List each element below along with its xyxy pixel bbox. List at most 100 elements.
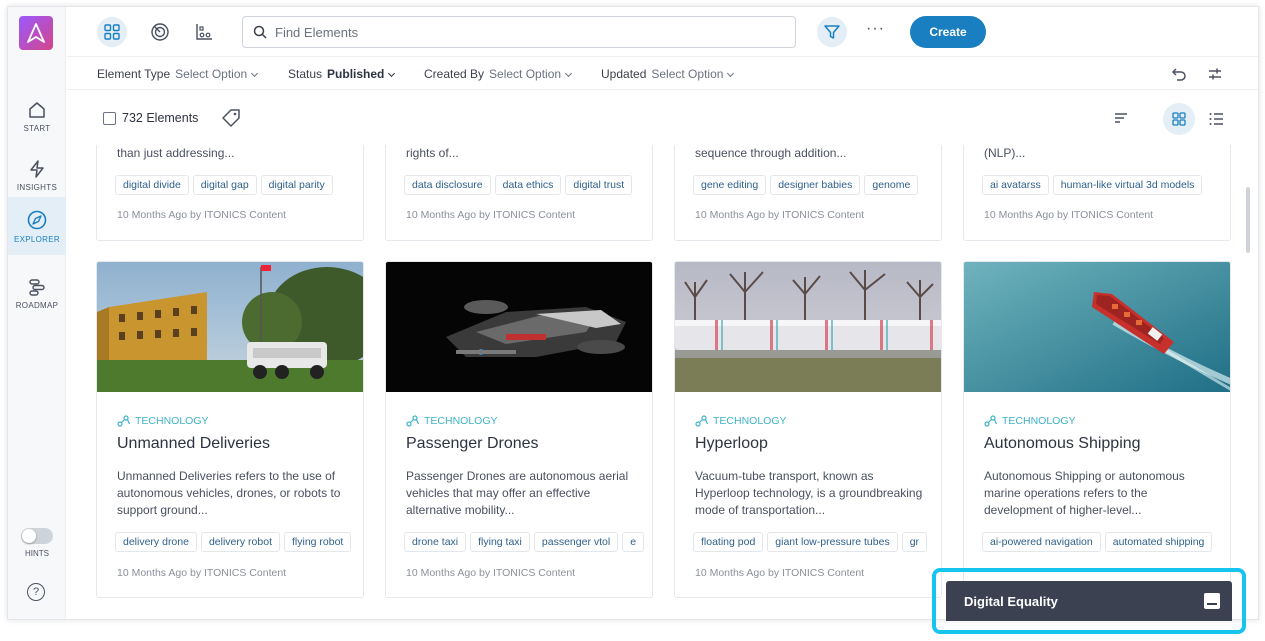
minimized-panel-digital-equality[interactable]: Digital Equality: [946, 581, 1232, 621]
card-meta: 10 Months Ago by ITONICS Content: [695, 567, 865, 579]
tag-chip[interactable]: data disclosure: [404, 175, 491, 195]
card-description: Vacuum-tube transport, known as Hyperloo…: [695, 469, 923, 517]
card-type-label: TECHNOLOGY: [1002, 415, 1076, 427]
card-meta: 10 Months Ago by ITONICS Content: [117, 567, 287, 579]
tag-chip[interactable]: data ethics: [494, 175, 562, 195]
lightning-icon: [30, 159, 44, 178]
technology-icon: [984, 415, 998, 427]
card-title[interactable]: Hyperloop: [695, 435, 768, 453]
app-logo[interactable]: [19, 16, 53, 50]
tag-chip[interactable]: digital gap: [192, 175, 257, 195]
tag-chip[interactable]: giant low-pressure tubes: [767, 532, 898, 552]
hints-control: HINTS: [8, 528, 66, 558]
sidebar-item-roadmap[interactable]: ROADMAP: [8, 264, 66, 322]
tag-chip[interactable]: e: [622, 532, 644, 552]
card-description: (NLP)...: [984, 146, 1026, 160]
technology-icon: [406, 415, 420, 427]
card-thumbnail-image: [386, 262, 652, 392]
filter-label: Created By: [424, 67, 485, 81]
element-card-autonomous-shipping[interactable]: TECHNOLOGY Autonomous Shipping Autonomou…: [963, 261, 1231, 598]
card-type: TECHNOLOGY: [406, 415, 498, 427]
card-meta: 10 Months Ago by ITONICS Content: [695, 209, 865, 221]
undo-icon[interactable]: [1171, 66, 1187, 82]
tag-chip[interactable]: delivery drone: [115, 532, 197, 552]
sidebar-item-label: START: [23, 123, 51, 133]
filter-status[interactable]: Status Published: [288, 67, 396, 81]
tag-chip[interactable]: flying taxi: [470, 532, 530, 552]
sidebar-item-label: ROADMAP: [15, 300, 59, 310]
help-icon[interactable]: ?: [27, 583, 45, 601]
maximize-icon[interactable]: [1204, 593, 1220, 609]
search-icon: [253, 25, 267, 39]
logo-icon: [27, 23, 45, 43]
technology-icon: [117, 415, 131, 427]
app-window: START INSIGHTS EXPLORER ROADMAP HINTS ?: [7, 6, 1259, 620]
tag-chip[interactable]: drone taxi: [404, 532, 467, 552]
tag-chip[interactable]: digital trust: [565, 175, 633, 195]
filter-created-by[interactable]: Created By Select Option: [424, 67, 573, 81]
search-box[interactable]: [242, 16, 796, 48]
filter-value: Select Option: [651, 67, 724, 81]
filter-updated[interactable]: Updated Select Option: [601, 67, 735, 81]
filter-bar: Element Type Select Option Status Publishe…: [67, 58, 1258, 90]
tag-chip[interactable]: ai avatarss: [982, 175, 1049, 195]
card-tags: gene editing designer babies genome: [693, 175, 933, 195]
search-input[interactable]: [275, 24, 775, 40]
element-card-hyperloop[interactable]: TECHNOLOGY Hyperloop Vacuum-tube transpo…: [674, 261, 942, 598]
grid-view-icon[interactable]: [97, 17, 127, 47]
hints-toggle[interactable]: [21, 528, 53, 544]
card-title[interactable]: Autonomous Shipping: [984, 435, 1141, 453]
adjust-icon[interactable]: [1207, 66, 1223, 82]
create-button[interactable]: Create: [910, 16, 986, 48]
card-meta: 10 Months Ago by ITONICS Content: [984, 209, 1154, 221]
tag-chip[interactable]: human-like virtual 3d models: [1052, 175, 1203, 195]
scrollbar-thumb[interactable]: [1246, 187, 1250, 253]
element-card-passenger-drones[interactable]: TECHNOLOGY Passenger Drones Passenger Dr…: [385, 261, 653, 598]
sidebar-item-explorer[interactable]: EXPLORER: [8, 197, 66, 255]
tag-chip[interactable]: genome: [864, 175, 919, 195]
card-tags: ai-powered navigation automated shipping: [982, 532, 1222, 552]
grid-layout-toggle[interactable]: [1163, 103, 1195, 135]
sidebar-item-start[interactable]: START: [8, 87, 66, 145]
filter-value: Select Option: [489, 67, 562, 81]
card-title[interactable]: Passenger Drones: [406, 435, 539, 453]
tag-chip[interactable]: gene editing: [693, 175, 767, 195]
card-type: TECHNOLOGY: [117, 415, 209, 427]
tag-chip[interactable]: automated shipping: [1104, 532, 1213, 552]
chevron-down-icon: [251, 69, 259, 78]
tag-chip[interactable]: floating pod: [693, 532, 764, 552]
panel-title: Digital Equality: [964, 593, 1058, 609]
sort-icon[interactable]: [1114, 111, 1128, 125]
tag-chip[interactable]: digital parity: [260, 175, 333, 195]
element-count: 732 Elements: [122, 111, 199, 125]
card-tags: digital divide digital gap digital parity: [115, 175, 355, 195]
tag-chip[interactable]: delivery robot: [200, 532, 280, 552]
tag-chip[interactable]: flying robot: [283, 532, 352, 552]
element-card-unmanned-deliveries[interactable]: TECHNOLOGY Unmanned Deliveries Unmanned …: [96, 261, 364, 598]
card-tags: data disclosure data ethics digital trust: [404, 175, 644, 195]
filter-icon[interactable]: [817, 17, 847, 47]
tag-chip[interactable]: designer babies: [770, 175, 861, 195]
card-title[interactable]: Unmanned Deliveries: [117, 435, 270, 453]
filter-label: Updated: [601, 67, 647, 81]
more-options-icon[interactable]: ···: [866, 20, 885, 38]
sidebar-item-insights[interactable]: INSIGHTS: [8, 146, 66, 204]
tag-chip[interactable]: passenger vtol: [533, 532, 619, 552]
card-type-label: TECHNOLOGY: [713, 415, 787, 427]
list-icon[interactable]: [1208, 111, 1224, 127]
tag-chip[interactable]: gr: [901, 532, 928, 552]
card-description: sequence through addition...: [695, 146, 847, 160]
select-all-checkbox[interactable]: [103, 112, 116, 125]
card-type-label: TECHNOLOGY: [424, 415, 498, 427]
card-description: rights of...: [406, 146, 459, 160]
card-description: Autonomous Shipping or autonomous marine…: [984, 469, 1185, 517]
radar-icon[interactable]: [145, 17, 175, 47]
card-type: TECHNOLOGY: [695, 415, 787, 427]
filter-element-type[interactable]: Element Type Select Option: [97, 67, 259, 81]
hints-label: HINTS: [25, 549, 49, 558]
tag-icon[interactable]: [221, 108, 241, 128]
portfolio-chart-icon[interactable]: [189, 17, 219, 47]
card-thumbnail-image: [964, 262, 1230, 392]
tag-chip[interactable]: ai-powered navigation: [982, 532, 1101, 552]
tag-chip[interactable]: digital divide: [115, 175, 189, 195]
